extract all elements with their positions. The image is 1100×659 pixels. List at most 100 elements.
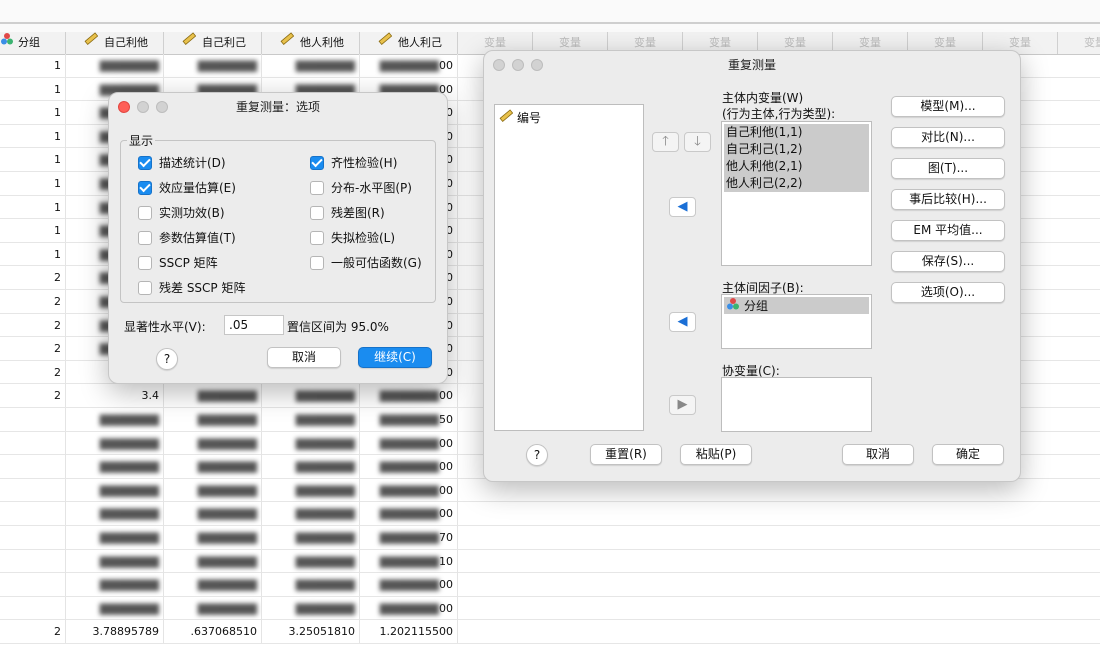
grid-cell[interactable]: ▇▇▇▇▇▇▇ xyxy=(262,573,360,597)
cancel-button[interactable]: 取消 xyxy=(267,347,341,368)
column-header-other-egoism[interactable]: 他人利己 xyxy=(360,32,458,54)
grid-cell[interactable] xyxy=(0,408,66,431)
grid-cell[interactable]: ▇▇▇▇▇▇▇10 xyxy=(360,549,458,573)
checkbox-option[interactable]: 残差 SSCP 矩阵 xyxy=(138,279,245,296)
checkbox-checked[interactable] xyxy=(138,180,152,195)
grid-cell[interactable]: 1 xyxy=(0,242,66,266)
list-item[interactable]: 编号 xyxy=(497,109,641,126)
contrasts-button[interactable]: 对比(N)... xyxy=(891,127,1005,148)
grid-cell[interactable]: ▇▇▇▇▇▇▇ xyxy=(262,455,360,479)
checkbox-unchecked[interactable] xyxy=(138,255,152,270)
grid-cell[interactable] xyxy=(0,573,66,597)
grid-cell[interactable]: 1 xyxy=(0,148,66,172)
checkbox-unchecked[interactable] xyxy=(310,180,324,195)
grid-cell[interactable]: ▇▇▇▇▇▇▇ xyxy=(262,478,360,502)
table-row[interactable]: ▇▇▇▇▇▇▇ ▇▇▇▇▇▇▇ ▇▇▇▇▇▇▇ ▇▇▇▇▇▇▇00 xyxy=(0,596,1100,621)
grid-cell[interactable]: ▇▇▇▇▇▇▇70 xyxy=(360,526,458,549)
grid-cell[interactable]: ▇▇▇▇▇▇▇ xyxy=(164,455,262,479)
grid-cell[interactable]: ▇▇▇▇▇▇▇ xyxy=(164,408,262,431)
grid-cell[interactable]: 3.25051810 xyxy=(262,620,360,644)
grid-cell[interactable]: ▇▇▇▇▇▇▇ xyxy=(262,549,360,573)
grid-cell[interactable]: ▇▇▇▇▇▇▇ xyxy=(66,549,164,573)
grid-cell[interactable]: 1 xyxy=(0,124,66,148)
list-item[interactable]: 自己利他(1,1) xyxy=(724,124,869,141)
grid-cell[interactable]: ▇▇▇▇▇▇▇ xyxy=(262,431,360,455)
continue-button[interactable]: 继续(C) xyxy=(358,347,432,368)
table-row[interactable]: ▇▇▇▇▇▇▇ ▇▇▇▇▇▇▇ ▇▇▇▇▇▇▇ ▇▇▇▇▇▇▇00 xyxy=(0,478,1100,503)
source-variable-list[interactable]: 编号 xyxy=(494,104,644,431)
grid-cell[interactable]: ▇▇▇▇▇▇▇ xyxy=(262,54,360,77)
column-header-empty[interactable]: 变量 xyxy=(1058,32,1100,54)
list-item[interactable]: 他人利他(2,1) xyxy=(724,158,869,175)
checkbox-option[interactable]: 一般可估函数(G) xyxy=(310,254,422,271)
grid-cell[interactable]: 1 xyxy=(0,54,66,77)
grid-cell[interactable]: ▇▇▇▇▇▇▇00 xyxy=(360,478,458,502)
grid-cell[interactable]: ▇▇▇▇▇▇▇ xyxy=(66,478,164,502)
checkbox-unchecked[interactable] xyxy=(138,280,152,295)
grid-cell[interactable]: ▇▇▇▇▇▇▇ xyxy=(66,502,164,526)
column-header-self-altruism[interactable]: 自己利他 xyxy=(66,32,164,54)
grid-cell[interactable]: 2 xyxy=(0,620,66,644)
checkbox-option[interactable]: SSCP 矩阵 xyxy=(138,254,218,271)
grid-cell[interactable]: ▇▇▇▇▇▇▇ xyxy=(164,502,262,526)
covariates-list[interactable] xyxy=(721,377,872,432)
grid-cell[interactable]: 2 xyxy=(0,360,66,384)
checkbox-option[interactable]: 参数估算值(T) xyxy=(138,229,236,246)
grid-cell[interactable]: ▇▇▇▇▇▇▇00 xyxy=(360,596,458,620)
between-factors-list[interactable]: 分组 xyxy=(721,294,872,349)
grid-cell[interactable]: ▇▇▇▇▇▇▇00 xyxy=(360,384,458,408)
help-button[interactable]: ? xyxy=(156,348,178,370)
grid-cell[interactable]: ▇▇▇▇▇▇▇00 xyxy=(360,54,458,77)
grid-cell[interactable]: 2 xyxy=(0,313,66,337)
grid-cell[interactable]: .637068510 xyxy=(164,620,262,644)
ok-button[interactable]: 确定 xyxy=(932,444,1004,465)
within-subjects-list[interactable]: 自己利他(1,1) 自己利己(1,2) 他人利他(2,1) 他人利己(2,2) xyxy=(721,121,872,266)
grid-cell[interactable]: ▇▇▇▇▇▇▇00 xyxy=(360,431,458,455)
checkbox-option[interactable]: 实测功效(B) xyxy=(138,204,225,221)
grid-cell[interactable]: 1 xyxy=(0,219,66,243)
table-row[interactable]: 2 3.78895789 .637068510 3.25051810 1.2021155… xyxy=(0,620,1100,644)
grid-cell[interactable]: ▇▇▇▇▇▇▇ xyxy=(262,596,360,620)
grid-cell[interactable]: ▇▇▇▇▇▇▇ xyxy=(66,431,164,455)
grid-cell[interactable]: ▇▇▇▇▇▇▇ xyxy=(262,502,360,526)
grid-cell[interactable]: 1 xyxy=(0,77,66,101)
grid-cell[interactable] xyxy=(0,549,66,573)
move-down-button[interactable]: 🡓 xyxy=(684,132,711,152)
grid-cell[interactable]: ▇▇▇▇▇▇▇50 xyxy=(360,408,458,431)
grid-cell[interactable]: ▇▇▇▇▇▇▇ xyxy=(164,431,262,455)
move-up-button[interactable]: 🡑 xyxy=(652,132,679,152)
grid-cell[interactable]: ▇▇▇▇▇▇▇ xyxy=(66,455,164,479)
grid-cell[interactable]: ▇▇▇▇▇▇▇ xyxy=(164,54,262,77)
checkbox-option[interactable]: 描述统计(D) xyxy=(138,154,226,171)
post-hoc-button[interactable]: 事后比较(H)... xyxy=(891,189,1005,210)
list-item[interactable]: 他人利己(2,2) xyxy=(724,175,869,192)
grid-cell[interactable]: ▇▇▇▇▇▇▇ xyxy=(66,596,164,620)
grid-cell[interactable]: 1 xyxy=(0,195,66,219)
table-row[interactable]: ▇▇▇▇▇▇▇ ▇▇▇▇▇▇▇ ▇▇▇▇▇▇▇ ▇▇▇▇▇▇▇70 xyxy=(0,526,1100,550)
table-row[interactable]: ▇▇▇▇▇▇▇ ▇▇▇▇▇▇▇ ▇▇▇▇▇▇▇ ▇▇▇▇▇▇▇00 xyxy=(0,502,1100,526)
grid-cell[interactable] xyxy=(0,502,66,526)
grid-cell[interactable]: ▇▇▇▇▇▇▇ xyxy=(164,573,262,597)
checkbox-unchecked[interactable] xyxy=(310,205,324,220)
move-to-within-button[interactable]: ◀ xyxy=(669,197,696,217)
model-button[interactable]: 模型(M)... xyxy=(891,96,1005,117)
grid-cell[interactable] xyxy=(0,526,66,549)
checkbox-option[interactable]: 分布-水平图(P) xyxy=(310,179,412,196)
checkbox-option[interactable]: 残差图(R) xyxy=(310,204,385,221)
checkbox-checked[interactable] xyxy=(138,155,152,170)
grid-cell[interactable]: 2 xyxy=(0,266,66,290)
column-header-group[interactable]: 分组 xyxy=(0,32,66,54)
grid-cell[interactable] xyxy=(0,478,66,502)
grid-cell[interactable]: ▇▇▇▇▇▇▇ xyxy=(164,384,262,408)
table-row[interactable]: ▇▇▇▇▇▇▇ ▇▇▇▇▇▇▇ ▇▇▇▇▇▇▇ ▇▇▇▇▇▇▇00 xyxy=(0,573,1100,597)
grid-cell[interactable] xyxy=(0,596,66,620)
grid-cell[interactable]: 2 xyxy=(0,384,66,408)
em-means-button[interactable]: EM 平均值... xyxy=(891,220,1005,241)
grid-cell[interactable]: 1 xyxy=(0,101,66,125)
checkbox-option[interactable]: 失拟检验(L) xyxy=(310,229,395,246)
checkbox-option[interactable]: 效应量估算(E) xyxy=(138,179,236,196)
move-to-covariate-button[interactable]: ▶ xyxy=(669,395,696,415)
grid-cell[interactable]: 3.78895789 xyxy=(66,620,164,644)
grid-cell[interactable]: ▇▇▇▇▇▇▇00 xyxy=(360,455,458,479)
grid-cell[interactable]: ▇▇▇▇▇▇▇ xyxy=(262,384,360,408)
